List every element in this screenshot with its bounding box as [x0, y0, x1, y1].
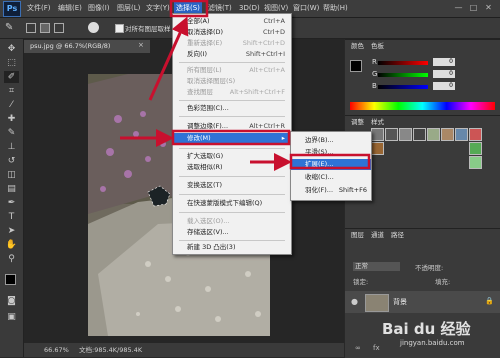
arrow-to-select-menu [148, 16, 189, 101]
highlight-modify-item [171, 129, 291, 146]
annotation-overlay [120, 0, 371, 171]
baidu-watermark: Bai du 经验 [382, 320, 471, 338]
watermark-url: jingyan.baidu.com [400, 339, 465, 347]
highlight-expand-item [289, 153, 371, 170]
highlight-select-menu [169, 0, 209, 18]
